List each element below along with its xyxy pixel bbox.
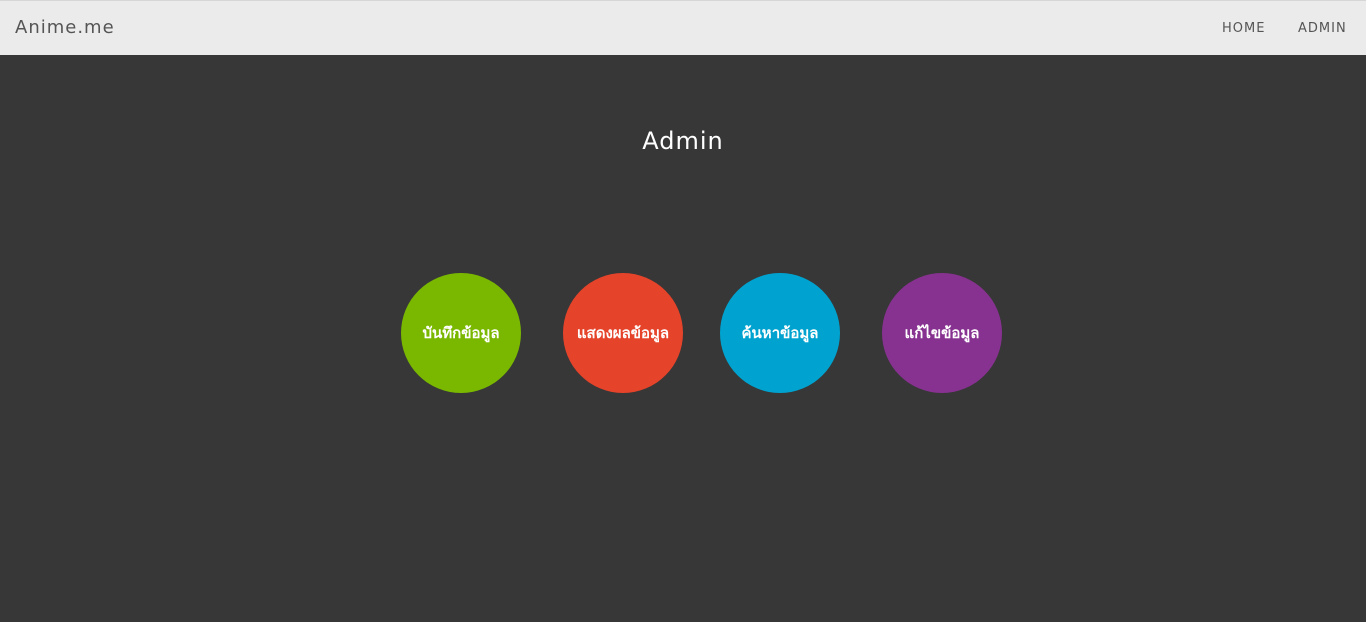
brand-logo-link[interactable]: Anime.me	[15, 16, 115, 40]
nav-home-link[interactable]: HOME	[1222, 20, 1265, 38]
show-data-button[interactable]: แสดงผลข้อมูล	[563, 273, 683, 393]
nav-admin-link[interactable]: ADMIN	[1298, 20, 1347, 38]
save-data-button[interactable]: บันทึกข้อมูล	[401, 273, 521, 393]
page-title: Admin	[642, 127, 724, 155]
top-navbar: Anime.me HOME ADMIN	[0, 0, 1366, 55]
edit-data-button[interactable]: แก้ไขข้อมูล	[882, 273, 1002, 393]
search-data-button[interactable]: ค้นหาข้อมูล	[720, 273, 840, 393]
